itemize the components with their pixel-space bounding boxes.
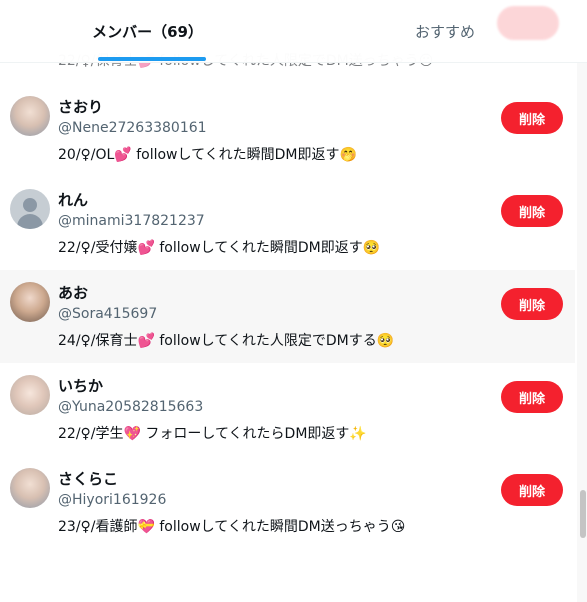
member-bio: 20/♀/OL💕 followしてくれた瞬間DM即返す🤭 (58, 147, 357, 163)
member-row[interactable]: さおり @Nene27263380161 20/♀/OL💕 followしてくれ… (0, 84, 575, 177)
member-handle[interactable]: @Yuna20582815663 (58, 399, 203, 415)
member-row[interactable]: いちか @Yuna20582815663 22/♀/学生💖 フォローしてくれたら… (0, 363, 575, 456)
member-row[interactable]: あお @Sora415697 24/♀/保育士💕 followしてくれた人限定で… (0, 270, 575, 363)
default-avatar-head-icon (23, 198, 37, 212)
member-name[interactable]: れん (58, 189, 88, 210)
member-bio: 23/♀/看護師💝 followしてくれた瞬間DM送っちゃう😘 (58, 519, 406, 535)
member-name[interactable]: さくらこ (58, 468, 118, 489)
partially-hidden-remove-button (497, 6, 559, 40)
member-handle[interactable]: @minami317821237 (58, 213, 205, 229)
member-name[interactable]: あお (58, 282, 88, 303)
tab-members[interactable]: メンバー（69） (60, 0, 235, 62)
avatar[interactable] (10, 468, 50, 508)
remove-member-button[interactable]: 削除 (501, 195, 563, 227)
member-handle[interactable]: @Hiyori161926 (58, 492, 166, 508)
tab-bar: メンバー（69） おすすめ (0, 0, 587, 63)
member-handle[interactable]: @Sora415697 (58, 306, 157, 322)
member-bio: 22/♀/受付嬢💕 followしてくれた瞬間DM即返す🥺 (58, 240, 381, 256)
active-tab-indicator (98, 57, 206, 61)
member-name[interactable]: さおり (58, 96, 103, 117)
member-handle[interactable]: @Nene27263380161 (58, 120, 207, 136)
member-bio: 24/♀/保育士💕 followしてくれた人限定でDMする🥺 (58, 333, 395, 349)
remove-member-button[interactable]: 削除 (501, 381, 563, 413)
list-members-page: 22/♀/保育士💕 followしてくれた人限定でDM送っちゃう😶 メンバー（6… (0, 0, 587, 602)
remove-member-button[interactable]: 削除 (501, 474, 563, 506)
remove-member-button[interactable]: 削除 (501, 288, 563, 320)
member-row[interactable]: れん @minami317821237 22/♀/受付嬢💕 followしてくれ… (0, 177, 575, 270)
remove-member-button[interactable]: 削除 (501, 102, 563, 134)
default-avatar-body-icon (17, 214, 43, 229)
member-list: さおり @Nene27263380161 20/♀/OL💕 followしてくれ… (0, 84, 575, 549)
avatar[interactable] (10, 189, 50, 229)
member-name[interactable]: いちか (58, 375, 103, 396)
avatar[interactable] (10, 375, 50, 415)
member-row[interactable]: さくらこ @Hiyori161926 23/♀/看護師💝 followしてくれた… (0, 456, 575, 549)
avatar[interactable] (10, 96, 50, 136)
avatar[interactable] (10, 282, 50, 322)
member-bio: 22/♀/学生💖 フォローしてくれたらDM即返す✨ (58, 426, 367, 442)
scrollbar-thumb[interactable] (580, 490, 586, 538)
